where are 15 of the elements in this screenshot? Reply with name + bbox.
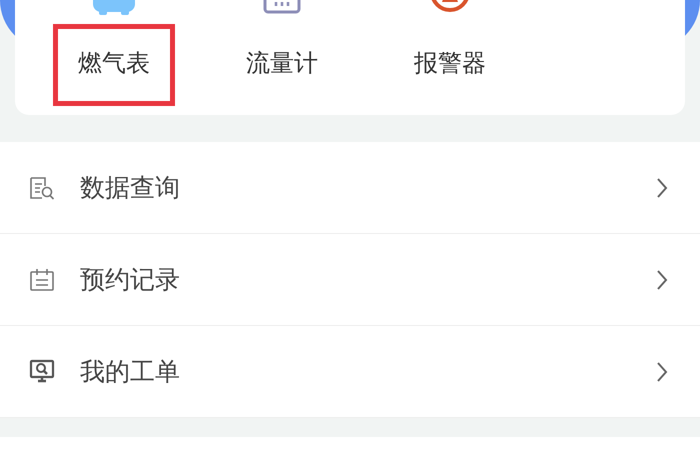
menu-item-label: 我的工单 bbox=[80, 356, 181, 388]
chevron-right-icon bbox=[656, 360, 668, 382]
menu-item-label: 数据查询 bbox=[80, 172, 181, 204]
device-type-button[interactable]: 燃气表 bbox=[74, 43, 154, 83]
calendar-icon bbox=[28, 266, 56, 292]
device-type-button[interactable]: 流量计 bbox=[242, 43, 322, 83]
menu-item[interactable]: 数据查询 bbox=[0, 142, 700, 234]
chevron-right-icon bbox=[656, 176, 668, 198]
document-search-icon bbox=[28, 174, 56, 200]
menu-item[interactable]: 我的工单 bbox=[0, 326, 700, 418]
monitor-search-icon bbox=[28, 358, 56, 384]
chevron-right-icon bbox=[656, 268, 668, 290]
menu-item-label: 预约记录 bbox=[80, 264, 181, 296]
menu-item[interactable]: 预约记录 bbox=[0, 234, 700, 326]
device-type-button[interactable]: 报警器 bbox=[410, 43, 490, 83]
